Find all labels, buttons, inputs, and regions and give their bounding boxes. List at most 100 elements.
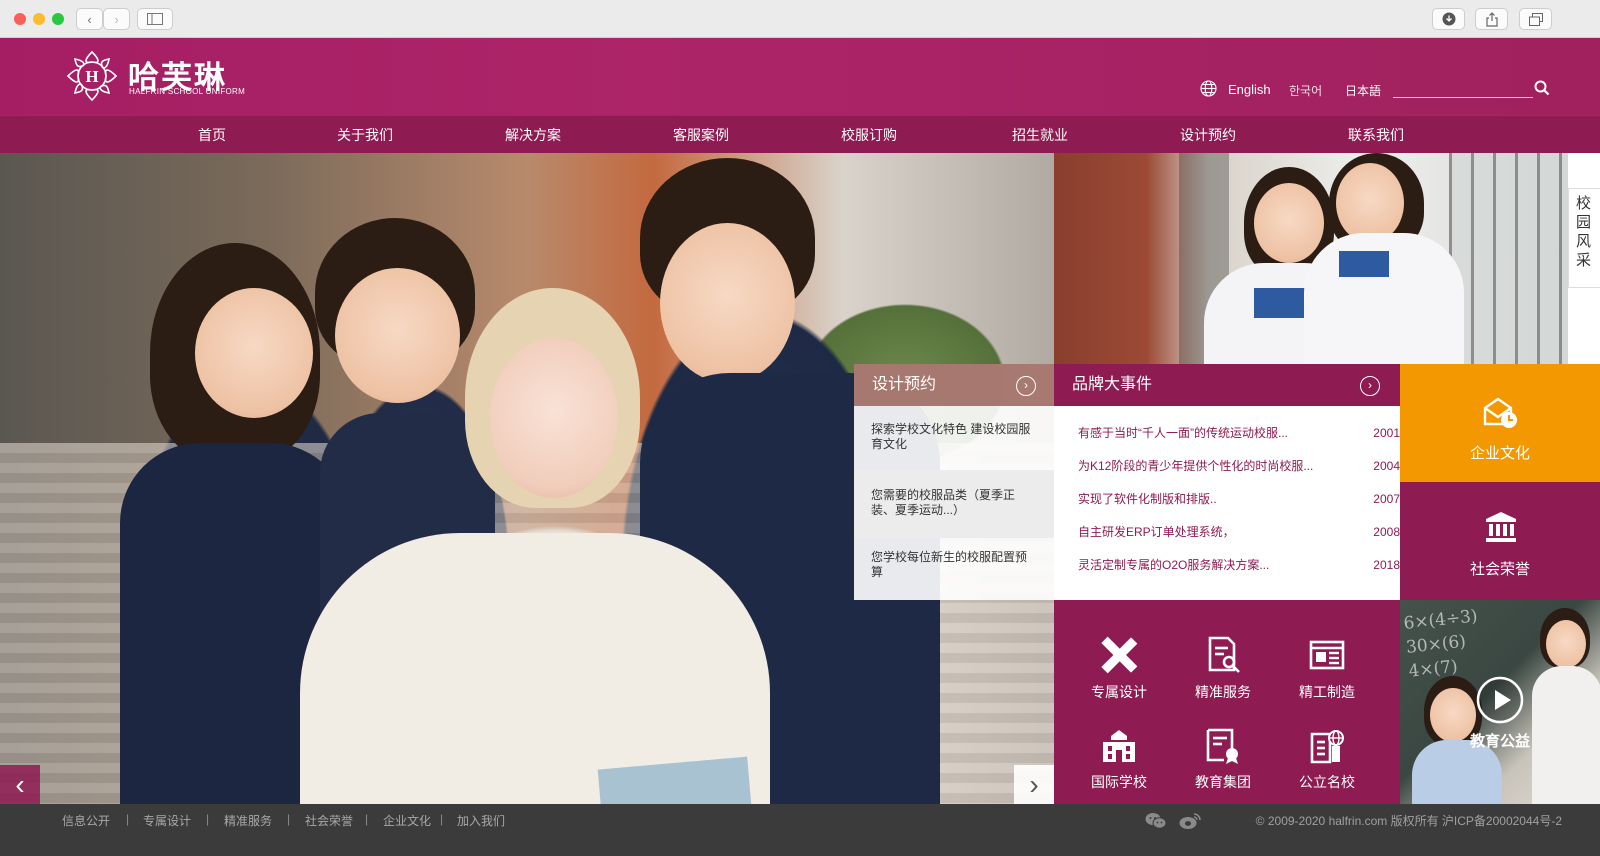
document-globe-icon	[1310, 730, 1344, 764]
chevron-right-icon: ›	[1029, 769, 1039, 800]
site-footer: 信息公开 | 专属设计 | 精准服务 | 社会荣誉 | 企业文化 | 加入我们 …	[0, 804, 1600, 856]
share-icon	[1485, 11, 1498, 27]
close-window-button[interactable]	[14, 13, 26, 25]
newspaper-icon	[1309, 640, 1345, 670]
school-building-icon	[1103, 730, 1135, 762]
search-icon[interactable]	[1534, 80, 1550, 96]
custom-design-service[interactable]: 专属设计	[1074, 636, 1164, 702]
tabs-button[interactable]	[1519, 8, 1552, 30]
hero-next-button[interactable]: ›	[1014, 765, 1054, 805]
campus-style-side-tab[interactable]: 校园风采	[1568, 188, 1600, 288]
education-welfare-label: 教育公益	[1469, 733, 1530, 750]
footer-link[interactable]: 社会荣誉	[305, 812, 353, 829]
chevron-left-icon: ‹	[15, 769, 25, 800]
photo-girl-left-face	[1254, 183, 1324, 263]
chevron-right-circle-icon[interactable]: ›	[1016, 376, 1036, 396]
chevron-right-circle-icon[interactable]: ›	[1360, 376, 1380, 396]
social-honor-tile[interactable]: 社会荣誉	[1400, 482, 1600, 600]
document-search-icon	[1208, 636, 1240, 673]
footer-link[interactable]: 精准服务	[224, 812, 272, 829]
campus-photo[interactable]	[1054, 153, 1568, 364]
nav-order[interactable]: 校服订购	[829, 116, 909, 154]
browser-toolbar: ‹ ›	[0, 0, 1600, 38]
footer-divider: |	[440, 812, 444, 826]
social-honor-label: 社会荣誉	[1469, 561, 1530, 578]
video-teacher-face	[1546, 620, 1586, 668]
svg-text:H: H	[85, 67, 98, 86]
lang-japanese-link[interactable]: 日本語	[1345, 82, 1381, 99]
footer-divider: |	[287, 812, 291, 826]
corporate-culture-label: 企业文化	[1469, 445, 1530, 462]
event-row[interactable]: 为K12阶段的青少年提供个性化的时尚校服... 2004	[1078, 450, 1400, 483]
event-row[interactable]: 自主研发ERP订单处理系统， 2008	[1078, 516, 1400, 549]
lang-english-link[interactable]: English	[1228, 82, 1271, 97]
nav-design-booking[interactable]: 设计预约	[1168, 116, 1248, 154]
chevron-right-icon: ›	[114, 11, 119, 27]
hero-girl-face	[195, 288, 313, 418]
photo-window-bars	[1449, 153, 1568, 364]
minimize-window-button[interactable]	[33, 13, 45, 25]
footer-link[interactable]: 加入我们	[457, 812, 505, 829]
nav-contact[interactable]: 联系我们	[1336, 116, 1416, 154]
weibo-icon[interactable]	[1179, 812, 1201, 830]
sidebar-toggle-button[interactable]	[137, 8, 173, 30]
design-booking-title: 设计预约	[872, 376, 937, 393]
institution-icon	[1486, 512, 1516, 542]
design-booking-item[interactable]: 探索学校文化特色 建设校园服育文化	[854, 422, 1050, 452]
footer-divider: |	[126, 812, 130, 826]
corporate-culture-tile[interactable]: 企业文化	[1400, 364, 1600, 482]
copyright-text: © 2009-2020 halfrin.com 版权所有 沪ICP备200020…	[1255, 814, 1562, 828]
tabs-icon	[1528, 12, 1543, 26]
international-school-service[interactable]: 国际学校	[1074, 728, 1164, 792]
footer-link[interactable]: 信息公开	[62, 812, 110, 829]
chalkboard-writing: 6×(4÷3) 30×(6) 4×(7)	[1402, 606, 1479, 682]
public-school-service[interactable]: 公立名校	[1282, 728, 1372, 792]
back-button[interactable]: ‹	[76, 8, 103, 30]
event-row[interactable]: 有感于当时“千人一面”的传统运动校服... 2001	[1078, 417, 1400, 450]
design-booking-item[interactable]: 您需要的校服品类（夏季正装、夏季运动...）	[854, 488, 1050, 518]
footer-link[interactable]: 专属设计	[143, 812, 191, 829]
event-row[interactable]: 实现了软件化制版和排版.. 2007	[1078, 483, 1400, 516]
education-welfare-video-tile[interactable]: 6×(4÷3) 30×(6) 4×(7) 教育公益	[1400, 600, 1600, 804]
nav-cases[interactable]: 客服案例	[661, 116, 741, 154]
hero-boy-face	[335, 268, 460, 403]
share-button[interactable]	[1475, 8, 1508, 30]
fine-manufacturing-service[interactable]: 精工制造	[1282, 636, 1372, 702]
play-icon[interactable]	[1476, 676, 1524, 724]
nav-about[interactable]: 关于我们	[325, 116, 405, 154]
maximize-window-button[interactable]	[52, 13, 64, 25]
globe-icon	[1200, 80, 1217, 97]
download-icon	[1442, 12, 1455, 26]
download-button[interactable]	[1432, 8, 1465, 30]
precise-service[interactable]: 精准服务	[1178, 636, 1268, 702]
footer-link[interactable]: 企业文化	[383, 812, 431, 829]
brand-events-header[interactable]: 品牌大事件 ›	[1054, 364, 1400, 406]
wechat-icon[interactable]	[1145, 812, 1167, 830]
logo-mark-icon[interactable]: H	[64, 48, 120, 104]
chevron-left-icon: ‹	[87, 11, 92, 27]
hero-teacher-face	[490, 338, 618, 498]
search-input[interactable]	[1393, 97, 1533, 98]
main-nav: 首页 关于我们 解决方案 客服案例 校服订购 招生就业 设计预约 联系我们	[0, 115, 1600, 153]
design-booking-header[interactable]: 设计预约 ›	[854, 364, 1054, 406]
hero-prev-button[interactable]: ‹	[0, 765, 40, 805]
nav-home[interactable]: 首页	[172, 116, 252, 154]
design-booking-card: 设计预约 › 探索学校文化特色 建设校园服育文化 您需要的校服品类（夏季正装、夏…	[854, 364, 1054, 600]
envelope-clock-icon	[1483, 397, 1517, 428]
hero-tall-boy-face	[660, 223, 795, 383]
nav-solutions[interactable]: 解决方案	[493, 116, 573, 154]
footer-divider: |	[365, 812, 369, 826]
brand-events-title: 品牌大事件	[1072, 376, 1153, 393]
sidebar-icon	[147, 13, 163, 25]
ruler-pencil-icon	[1101, 636, 1138, 674]
forward-button[interactable]: ›	[103, 8, 130, 30]
event-row[interactable]: 灵活定制专属的O2O服务解决方案... 2018	[1078, 549, 1400, 582]
design-booking-item[interactable]: 您学校每位新生的校服配置预算	[854, 550, 1050, 580]
footer-divider: |	[206, 812, 210, 826]
services-grid: 专属设计 精准服务 精工制造 国际学校 教育集团 公立名校	[1054, 600, 1400, 804]
photo-girl-right-bow	[1339, 251, 1389, 277]
education-group-service[interactable]: 教育集团	[1178, 728, 1268, 792]
photo-girl-right-face	[1336, 163, 1404, 243]
lang-korean-link[interactable]: 한국어	[1289, 82, 1322, 99]
nav-admission[interactable]: 招生就业	[1000, 116, 1080, 154]
